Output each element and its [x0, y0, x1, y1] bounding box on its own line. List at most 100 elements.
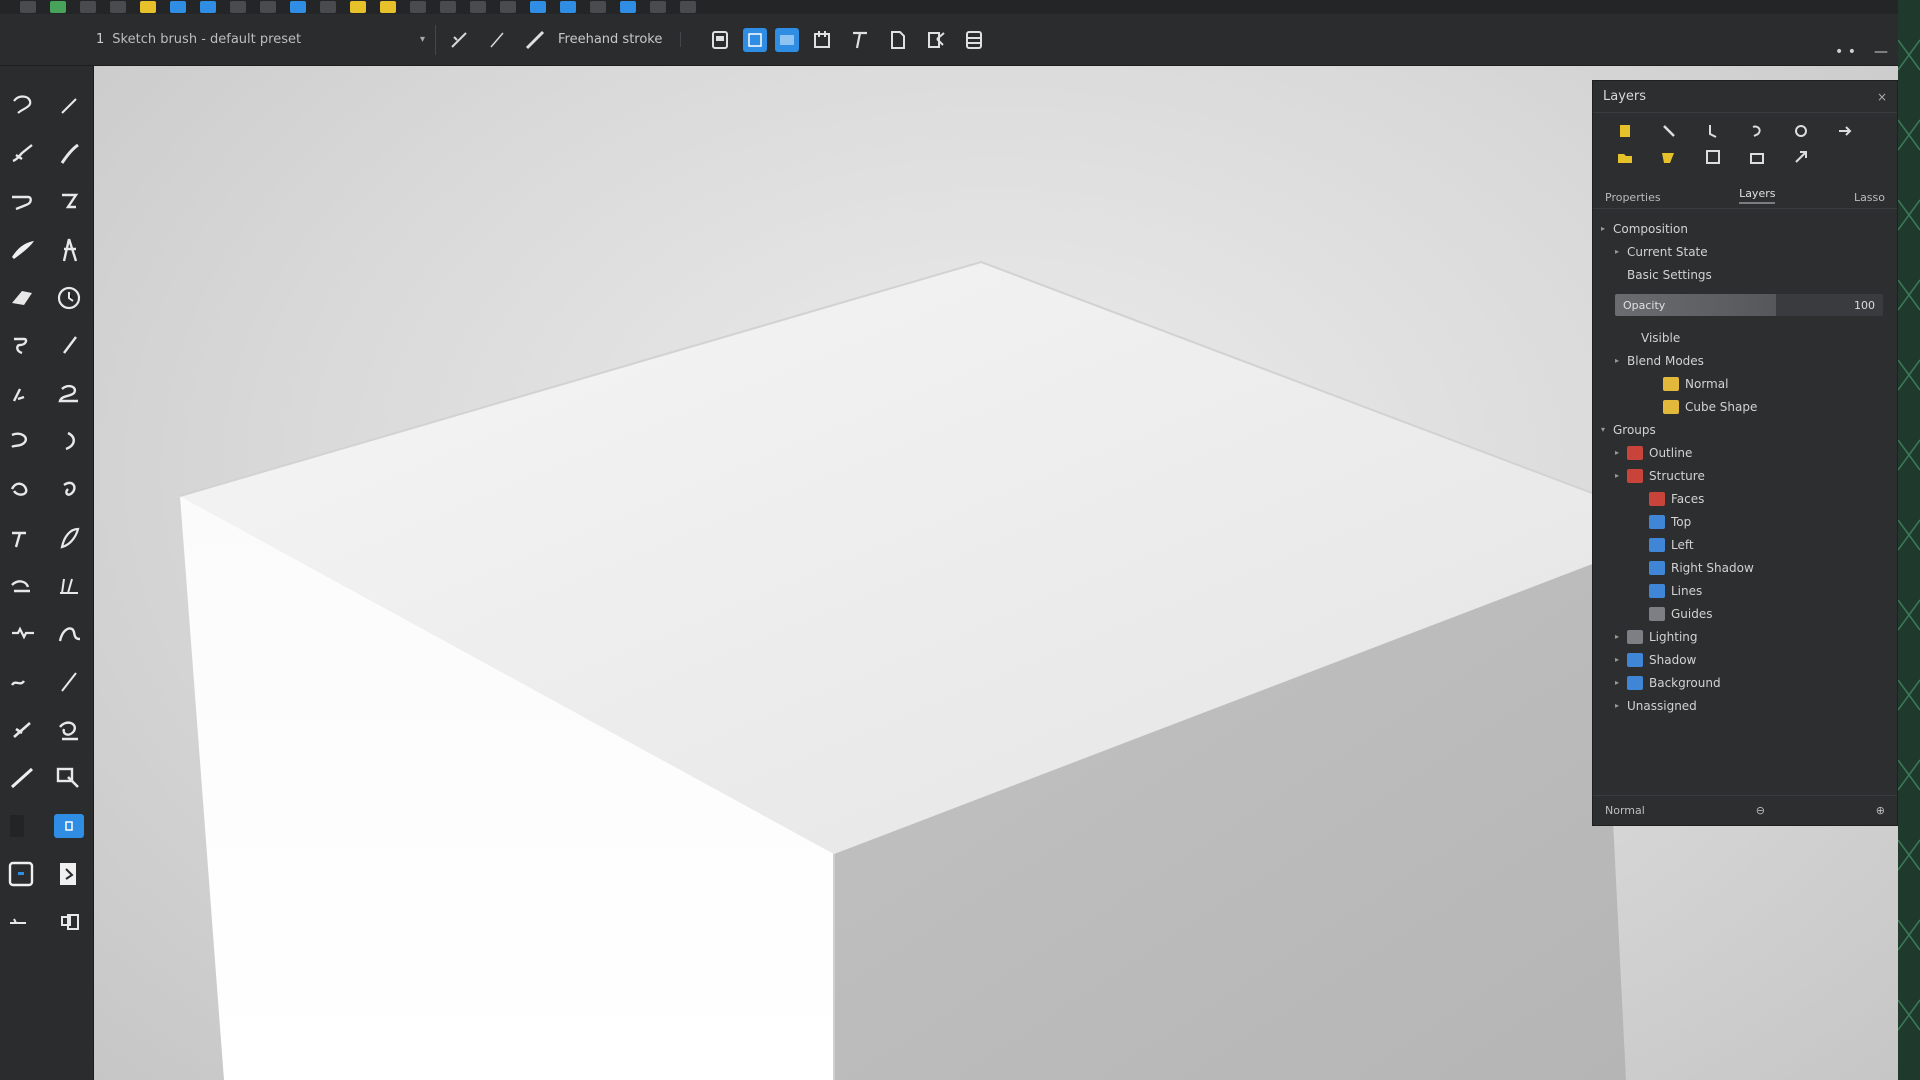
move-icon[interactable] — [260, 1, 276, 13]
line-icon[interactable] — [444, 25, 474, 55]
wave-icon[interactable] — [0, 658, 46, 706]
layer-row[interactable]: Normal — [1601, 372, 1897, 395]
expand-twisty-icon[interactable]: ▸ — [1615, 356, 1627, 365]
ink-pen-icon[interactable] — [46, 130, 92, 178]
layer-row[interactable]: ▸ Structure — [1601, 464, 1897, 487]
stack-icon[interactable] — [959, 25, 989, 55]
tab-lasso[interactable]: Lasso — [1854, 191, 1885, 204]
pattern-icon[interactable] — [46, 562, 92, 610]
smudge-icon[interactable] — [0, 322, 46, 370]
page-icon[interactable] — [705, 25, 735, 55]
transform-icon[interactable] — [921, 25, 951, 55]
close-icon[interactable]: × — [1877, 90, 1887, 104]
folder-icon[interactable] — [1605, 147, 1645, 167]
curve-icon[interactable] — [0, 178, 46, 226]
grid-icon[interactable] — [470, 1, 486, 13]
minimize-button[interactable]: — — [1874, 44, 1888, 60]
layer-row[interactable]: Right Shadow — [1601, 556, 1897, 579]
flag-icon[interactable] — [380, 1, 396, 13]
duplicate-icon[interactable] — [1825, 121, 1865, 141]
text-icon[interactable] — [845, 25, 875, 55]
layer-row[interactable]: Left — [1601, 533, 1897, 556]
layer-row[interactable]: ▸ Current State — [1601, 240, 1897, 263]
expand-twisty-icon[interactable]: ▸ — [1615, 632, 1627, 641]
share-icon[interactable] — [560, 1, 576, 13]
rotate-icon[interactable] — [46, 274, 92, 322]
spiral-icon[interactable] — [46, 466, 92, 514]
layer-row[interactable]: ▸ Unassigned — [1601, 694, 1897, 717]
tab-layers[interactable]: Layers — [1739, 187, 1776, 204]
clip-icon[interactable] — [1781, 121, 1821, 141]
paint-icon[interactable] — [410, 1, 426, 13]
leaf-pen-icon[interactable] — [46, 514, 92, 562]
group-icon[interactable] — [1649, 147, 1689, 167]
zoom-icon[interactable] — [500, 1, 516, 13]
rope-icon[interactable] — [0, 514, 46, 562]
brush-preset-dropdown[interactable]: 1 Sketch brush - default preset ▾ — [96, 24, 436, 55]
new-file-icon[interactable] — [170, 1, 186, 13]
layer-row[interactable]: Cube Shape — [1601, 395, 1897, 418]
link-layer-icon[interactable] — [1693, 121, 1733, 141]
stroke-mode-label[interactable]: Freehand stroke — [558, 32, 682, 47]
texture-icon[interactable] — [0, 562, 46, 610]
layer-row[interactable]: ▸ Composition — [1601, 217, 1897, 240]
tag-icon[interactable] — [590, 1, 606, 13]
expand-twisty-icon[interactable]: ▸ — [1615, 448, 1627, 457]
layer-row[interactable]: Basic Settings — [1601, 263, 1897, 286]
brush-icon[interactable] — [0, 130, 46, 178]
layer-row[interactable]: Visible — [1601, 326, 1897, 349]
save-icon[interactable] — [50, 1, 66, 13]
expand-twisty-icon[interactable]: ▸ — [1615, 471, 1627, 480]
blend-mode-select[interactable]: Normal — [1605, 804, 1645, 817]
pencil-icon[interactable] — [46, 82, 92, 130]
hook-icon[interactable] — [46, 178, 92, 226]
new-layer-icon[interactable] — [1605, 121, 1645, 141]
layers-menu-icon[interactable] — [620, 1, 636, 13]
flow-icon[interactable] — [46, 610, 92, 658]
layer-row[interactable]: ▸ Lighting — [1601, 625, 1897, 648]
layer-row[interactable]: Guides — [1601, 602, 1897, 625]
delete-icon[interactable] — [1781, 147, 1821, 167]
opacity-slider[interactable]: Opacity 100 — [1615, 294, 1883, 316]
hand-icon[interactable] — [0, 802, 46, 850]
slash-icon[interactable] — [46, 658, 92, 706]
layer-icon[interactable] — [200, 1, 216, 13]
opacity-value[interactable]: 100 — [1854, 299, 1875, 312]
select-arrow-icon[interactable] — [290, 1, 306, 13]
lasso-icon[interactable] — [0, 82, 46, 130]
misc-icon[interactable] — [0, 898, 46, 946]
mask-icon[interactable] — [1737, 121, 1777, 141]
dodge-icon[interactable] — [46, 706, 92, 754]
layer-row[interactable]: Faces — [1601, 487, 1897, 510]
arc-icon[interactable] — [46, 418, 92, 466]
mask-toggle-icon[interactable]: ⊖ — [1756, 804, 1765, 817]
merge-icon[interactable] — [1693, 147, 1733, 167]
calligraphy-icon[interactable] — [0, 226, 46, 274]
expand-twisty-icon[interactable]: ▸ — [1615, 701, 1627, 710]
more-button[interactable]: • • — [1835, 44, 1856, 60]
figure-icon[interactable] — [46, 226, 92, 274]
layer-row[interactable]: ▾ Groups — [1601, 418, 1897, 441]
layer-row[interactable]: Lines — [1601, 579, 1897, 602]
ruler-icon[interactable] — [0, 706, 46, 754]
layer-row[interactable]: ▸ Blend Modes — [1601, 349, 1897, 372]
text-tool-icon[interactable] — [440, 1, 456, 13]
redo-icon[interactable] — [110, 1, 126, 13]
brush-layer-icon[interactable] — [1649, 121, 1689, 141]
menu-item-icon[interactable] — [20, 1, 36, 13]
document-icon[interactable] — [883, 25, 913, 55]
frame-icon[interactable] — [807, 25, 837, 55]
arrow-up-icon[interactable] — [650, 1, 666, 13]
undo-icon[interactable] — [80, 1, 96, 13]
shape-icon[interactable] — [0, 466, 46, 514]
link-menu-icon[interactable] — [530, 1, 546, 13]
line-thin-icon[interactable] — [482, 25, 512, 55]
star-icon[interactable] — [350, 1, 366, 13]
layer-row[interactable]: ▸ Shadow — [1601, 648, 1897, 671]
paper-icon[interactable] — [46, 850, 92, 898]
layer-row[interactable]: Top — [1601, 510, 1897, 533]
crop-icon[interactable] — [230, 1, 246, 13]
expand-twisty-icon[interactable]: ▸ — [1615, 678, 1627, 687]
eraser-icon[interactable] — [0, 274, 46, 322]
fill-icon[interactable] — [0, 418, 46, 466]
